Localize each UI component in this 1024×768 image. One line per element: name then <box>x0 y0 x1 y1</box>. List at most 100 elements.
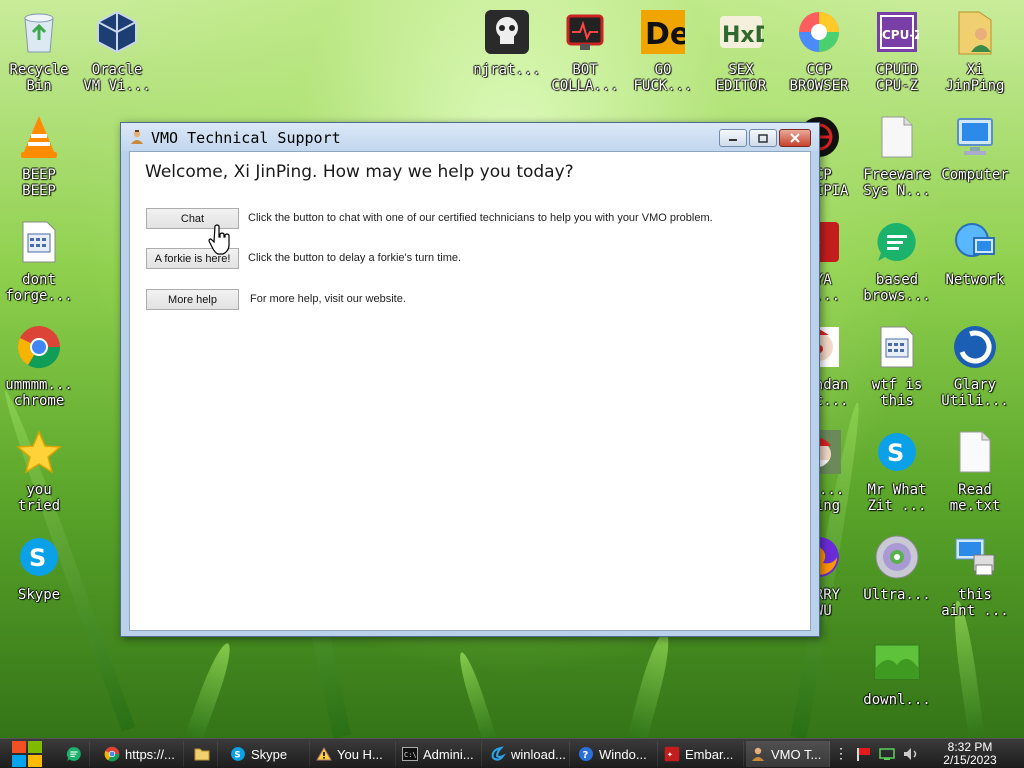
desktop-icon[interactable]: S Skype <box>0 529 78 629</box>
disc-icon <box>873 533 921 581</box>
desktop-icon-label: BEEP BEEP <box>22 167 56 199</box>
clock[interactable]: 8:32 PM 2/15/2023 <box>930 741 1010 767</box>
desktop-icon[interactable]: Ultra... <box>858 529 936 629</box>
desktop-icon[interactable]: wtf is this <box>858 319 936 419</box>
flag-icon[interactable] <box>854 746 874 762</box>
hxd-icon: HxD <box>717 8 765 56</box>
desktop-icon[interactable]: CPU-Z CPUID CPU-Z <box>858 4 936 104</box>
desktop-icon[interactable]: you tried <box>0 424 78 524</box>
close-icon <box>790 133 800 143</box>
desktop-icon-label: based brows... <box>863 272 931 304</box>
green-chat-icon <box>66 746 82 762</box>
desktop-icon-label: BOT COLLA... <box>551 62 619 94</box>
hand-cursor-icon <box>208 224 230 255</box>
desktop-icon[interactable]: CCP BROWSER <box>780 4 858 104</box>
taskbar-button-label: https://... <box>125 746 175 762</box>
skull-icon <box>483 8 531 56</box>
taskbar-button-label: You H... <box>337 746 383 762</box>
taskbar: https://... S Skype You H... C:\ Admini... win… <box>0 738 1024 768</box>
desktop-icon[interactable]: Freeware Sys N... <box>858 109 936 209</box>
taskbar-button[interactable]: winload... <box>486 741 570 767</box>
chrome-icon <box>15 323 63 371</box>
ie-icon <box>490 746 506 762</box>
forkie-description: Click the button to delay a forkie's tur… <box>248 252 462 264</box>
taskbar-button[interactable]: ? Windo... <box>574 741 658 767</box>
taskbar-button[interactable]: VMO T... <box>746 741 830 767</box>
welcome-message: Welcome, Xi JinPing. How may we help you… <box>145 162 574 182</box>
desktop-icon-label: Skype <box>17 587 61 603</box>
desktop-icon[interactable]: Xi JinPing <box>936 4 1014 104</box>
desktop-icon[interactable]: ummmm... chrome <box>0 319 78 419</box>
svg-text:De: De <box>645 17 685 52</box>
desktop-icon[interactable]: S Mr What Zit ... <box>858 424 936 524</box>
desktop-icon[interactable]: this aint ... <box>936 529 1014 629</box>
warning-icon <box>316 746 332 762</box>
window-title: VMO Technical Support <box>151 129 341 147</box>
support-icon <box>750 746 766 762</box>
more-help-description: For more help, visit our website. <box>250 293 406 305</box>
taskbar-button-label: Admini... <box>423 746 474 762</box>
desktop-icon[interactable]: De GO FUCK... <box>624 4 702 104</box>
network-status-icon[interactable] <box>878 746 898 762</box>
desktop-icon[interactable]: Glary Utili... <box>936 319 1014 419</box>
more-help-button[interactable]: More help <box>146 289 239 310</box>
more-icon[interactable]: ⋮ <box>834 746 848 762</box>
green-chat-icon <box>873 218 921 266</box>
desktop-icon[interactable]: based brows... <box>858 214 936 314</box>
taskbar-button[interactable] <box>190 741 218 767</box>
chat-description: Click the button to chat with one of our… <box>248 212 713 224</box>
desktop-icon-label: CCP BROWSER <box>789 62 849 94</box>
computer-icon <box>951 113 999 161</box>
desktop-icon-label: wtf is this <box>871 377 923 409</box>
cmd-icon: C:\ <box>402 746 418 762</box>
title-bar[interactable]: VMO Technical Support <box>121 123 819 151</box>
desktop-icon[interactable]: HxD SEX EDITOR <box>702 4 780 104</box>
maximize-icon <box>758 133 768 143</box>
browser-icon <box>795 8 843 56</box>
taskbar-button[interactable] <box>62 741 90 767</box>
desktop-icon-label: Mr What Zit ... <box>867 482 927 514</box>
maximize-button[interactable] <box>749 129 777 147</box>
desktop-icon[interactable]: Network <box>936 214 1014 314</box>
taskbar-button[interactable]: ✦ Embar... <box>660 741 744 767</box>
desktop-icon-label: Computer <box>941 167 1009 183</box>
user-folder-icon <box>951 8 999 56</box>
desktop-icon-label: SEX EDITOR <box>715 62 767 94</box>
desktop-icon[interactable]: Read me.txt <box>936 424 1014 524</box>
desktop-icon-label: CPUID CPU-Z <box>875 62 919 94</box>
close-button[interactable] <box>779 129 811 147</box>
desktop-icon[interactable]: BOT COLLA... <box>546 4 624 104</box>
desktop-icon[interactable]: downl... <box>858 634 936 734</box>
network-icon <box>951 218 999 266</box>
svg-text:HxD: HxD <box>722 23 764 48</box>
grass-folder-icon <box>873 638 921 686</box>
taskbar-button[interactable]: C:\ Admini... <box>398 741 482 767</box>
blank-document-icon <box>873 113 921 161</box>
desktop-icon-label: downl... <box>863 692 931 708</box>
desktop-icon[interactable]: Recycle Bin <box>0 4 78 104</box>
start-button[interactable] <box>8 740 46 768</box>
batch-file-icon <box>873 323 921 371</box>
desktop-icon[interactable]: BEEP BEEP <box>0 109 78 209</box>
svg-text:S: S <box>29 544 46 572</box>
desktop-icon-label: Xi JinPing <box>945 62 1005 94</box>
desktop-icon[interactable]: Computer <box>936 109 1014 209</box>
desktop-icon[interactable]: dont forge... <box>0 214 78 314</box>
taskbar-button[interactable]: https://... <box>100 741 184 767</box>
desktop-icon[interactable]: njrat... <box>468 4 546 104</box>
desktop-icon[interactable]: Oracle VM Vi... <box>78 4 156 104</box>
taskbar-button-label: Skype <box>251 746 288 762</box>
taskbar-button[interactable]: You H... <box>312 741 396 767</box>
heart-monitor-icon <box>561 8 609 56</box>
taskbar-button[interactable]: S Skype <box>226 741 310 767</box>
svg-text:CPU-Z: CPU-Z <box>882 28 919 42</box>
system-tray: ⋮ <box>834 741 922 767</box>
volume-icon[interactable] <box>902 746 922 762</box>
star-icon <box>15 428 63 476</box>
desktop-icon-label: Ultra... <box>863 587 931 603</box>
minimize-button[interactable] <box>719 129 747 147</box>
window-content: Welcome, Xi JinPing. How may we help you… <box>129 151 811 631</box>
glary-icon <box>951 323 999 371</box>
minimize-icon <box>729 139 737 141</box>
text-file-icon <box>951 428 999 476</box>
